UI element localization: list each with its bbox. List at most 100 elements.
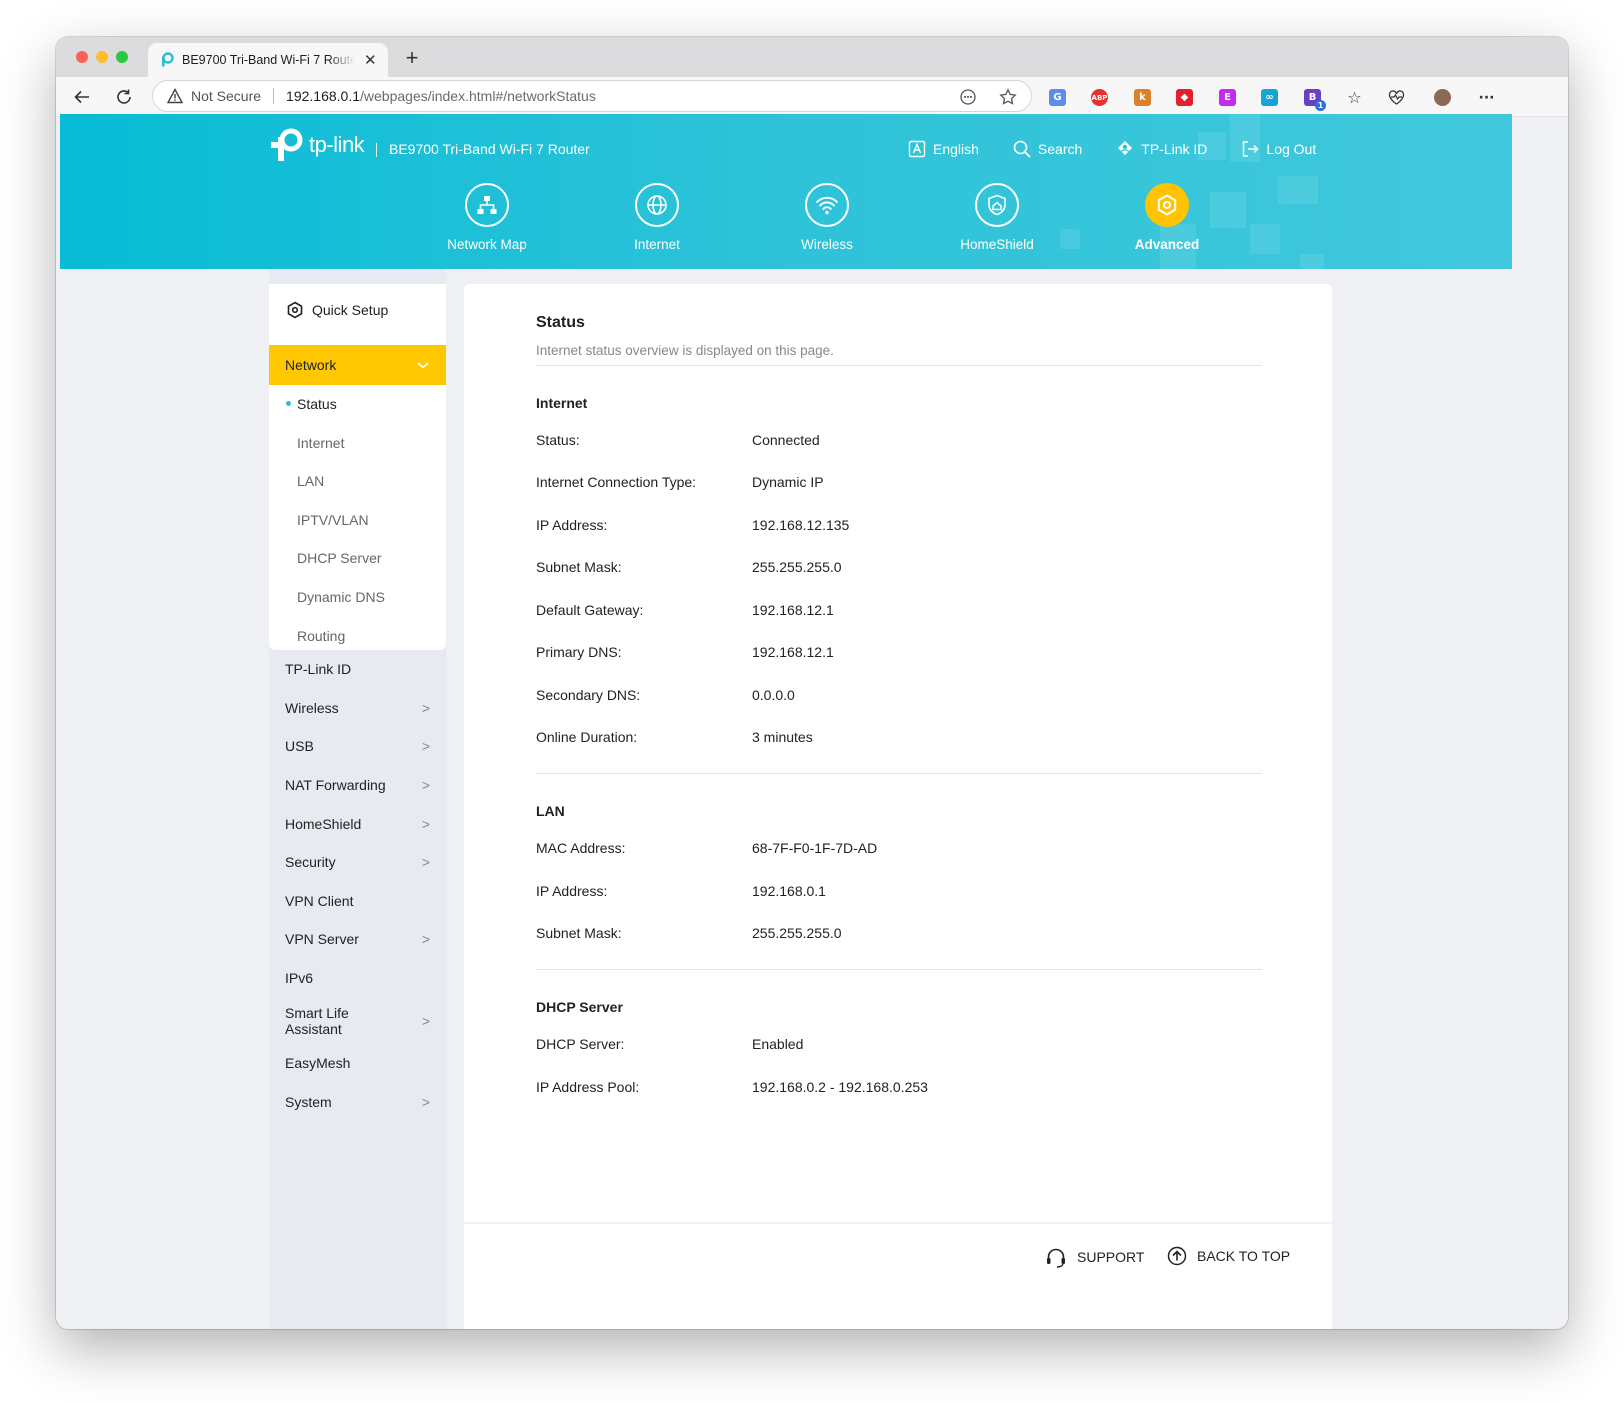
nav-advanced[interactable]: Advanced [1082,183,1252,252]
sidebar-item-nat-forwarding[interactable]: NAT Forwarding > [285,777,430,793]
nav-network-map[interactable]: Network Map [402,183,572,252]
bookmark-extension-icon[interactable]: ◆ [1176,89,1193,106]
sidebar-item-security[interactable]: Security > [285,854,430,870]
row-value: Connected [752,432,820,448]
chevron-right-icon: > [421,777,430,793]
sidebar-item-label: System [285,1094,332,1110]
address-bar[interactable]: Not Secure 192.168.0.1 /webpages/index.h… [152,80,1032,112]
sidebar-item-label: Wireless [285,700,339,716]
row-label: IP Address: [536,883,608,899]
row-value: 192.168.12.1 [752,602,834,618]
row-value: 192.168.0.1 [752,883,826,899]
tab-title: BE9700 Tri-Band Wi-Fi 7 Router [182,53,355,67]
sidebar-item-label: NAT Forwarding [285,777,386,793]
favorites-list-icon[interactable]: ☆ [1346,88,1363,107]
main-navigation: Network Map Internet Wireless HomeShield… [402,183,1252,252]
sidebar-item-wireless[interactable]: Wireless > [285,700,430,716]
sidebar-item-label: HomeShield [285,816,362,832]
row-value: 0.0.0.0 [752,687,795,703]
back-to-top-link[interactable]: BACK TO TOP [1167,1246,1290,1266]
not-secure-label[interactable]: Not Secure [191,88,261,104]
b-extension-icon[interactable]: B 1 [1304,89,1326,111]
row-value: 255.255.255.0 [752,925,842,941]
chevron-right-icon: > [421,854,430,870]
browser-window: BE9700 Tri-Band Wi-Fi 7 Router ✕ + Not S… [56,37,1568,1329]
arrow-up-circle-icon [1167,1246,1187,1266]
sidebar-item-vpn-client[interactable]: VPN Client [285,893,430,909]
tplink-id-icon [1118,141,1133,155]
nav-label: HomeShield [960,237,1034,252]
nav-label: Internet [634,237,680,252]
back-button[interactable] [70,85,94,109]
minimize-window-button[interactable] [96,51,108,63]
tp-link-logo[interactable]: tp-link [269,127,365,163]
sidebar-subitem-lan[interactable]: LAN [297,473,324,489]
row-label: Subnet Mask: [536,925,622,941]
sidebar-item-smart-life-assistant[interactable]: Smart Life Assistant > [285,1005,430,1037]
nav-internet[interactable]: Internet [572,183,742,252]
reader-mode-icon[interactable] [959,88,977,106]
status-content-card: Status Internet status overview is displ… [464,284,1332,1329]
language-selector[interactable]: English [908,140,979,158]
profile-avatar[interactable] [1434,89,1451,106]
sidebar-item-tplink-id[interactable]: TP-Link ID [285,661,430,677]
sidebar-item-easymesh[interactable]: EasyMesh [285,1055,430,1071]
sidebar-item-network[interactable]: Network [269,345,446,385]
sidebar-subitem-status[interactable]: Status [297,396,337,412]
sidebar-subitem-iptv-vlan[interactable]: IPTV/VLAN [297,512,369,528]
sidebar-item-usb[interactable]: USB > [285,738,430,754]
row-value: Dynamic IP [752,474,824,490]
translate-extension-icon[interactable]: G [1049,89,1066,106]
sidebar-subitem-routing[interactable]: Routing [297,628,345,644]
search-link[interactable]: Search [1013,140,1082,158]
nav-wireless[interactable]: Wireless [742,183,912,252]
sidebar-item-quick-setup[interactable]: Quick Setup [286,301,388,319]
more-menu-icon[interactable]: ··· [1478,89,1495,106]
page-title: Status [536,314,585,331]
link-extension-icon[interactable]: ∞ [1261,89,1278,106]
support-label: SUPPORT [1077,1249,1145,1265]
logo-separator [376,143,377,157]
chevron-right-icon: > [421,1013,430,1029]
sidebar-item-label: EasyMesh [285,1055,351,1071]
row-value: 192.168.12.135 [752,517,850,533]
row-label: DHCP Server: [536,1036,625,1052]
divider [536,365,1262,366]
favorite-star-icon[interactable] [999,88,1017,106]
sidebar-item-label: VPN Server [285,931,359,947]
keepa-extension-icon[interactable]: k [1134,89,1151,106]
close-window-button[interactable] [76,51,88,63]
nav-homeshield[interactable]: HomeShield [912,183,1082,252]
reload-button[interactable] [112,85,136,109]
divider [536,969,1262,970]
row-label: Status: [536,432,580,448]
browser-toolbar: Not Secure 192.168.0.1 /webpages/index.h… [56,77,1568,117]
tplink-id-link[interactable]: TP-Link ID [1116,140,1207,158]
abp-adblock-icon[interactable]: ABP [1091,89,1108,106]
editor-extension-icon[interactable]: E [1219,89,1236,106]
support-link[interactable]: SUPPORT [1045,1246,1144,1268]
address-separator [273,88,275,104]
sidebar-item-label: IPv6 [285,970,314,986]
page-subtitle: Internet status overview is displayed on… [536,343,834,358]
browser-tab[interactable]: BE9700 Tri-Band Wi-Fi 7 Router ✕ [148,43,388,77]
chevron-right-icon: > [421,738,430,754]
sidebar-card: Quick Setup Network Status Internet LAN … [269,284,446,650]
row-label: IP Address Pool: [536,1079,640,1095]
performance-heart-icon[interactable] [1388,89,1405,106]
sidebar-subitem-dhcp-server[interactable]: DHCP Server [297,550,382,566]
logout-link[interactable]: Log Out [1241,140,1316,158]
sidebar-item-vpn-server[interactable]: VPN Server > [285,931,430,947]
sidebar-item-ipv6[interactable]: IPv6 [285,970,430,986]
row-value: 255.255.255.0 [752,559,842,575]
divider [536,773,1262,774]
zoom-window-button[interactable] [116,51,128,63]
close-tab-icon[interactable]: ✕ [363,51,378,69]
sidebar-item-system[interactable]: System > [285,1094,430,1110]
sidebar-subitem-dynamic-dns[interactable]: Dynamic DNS [297,589,385,605]
new-tab-button[interactable]: + [400,45,424,71]
sidebar-item-homeshield[interactable]: HomeShield > [285,816,430,832]
sidebar-item-label: Smart Life Assistant [285,1005,349,1037]
sidebar-subitem-internet[interactable]: Internet [297,435,344,451]
chevron-right-icon: > [421,1094,430,1110]
